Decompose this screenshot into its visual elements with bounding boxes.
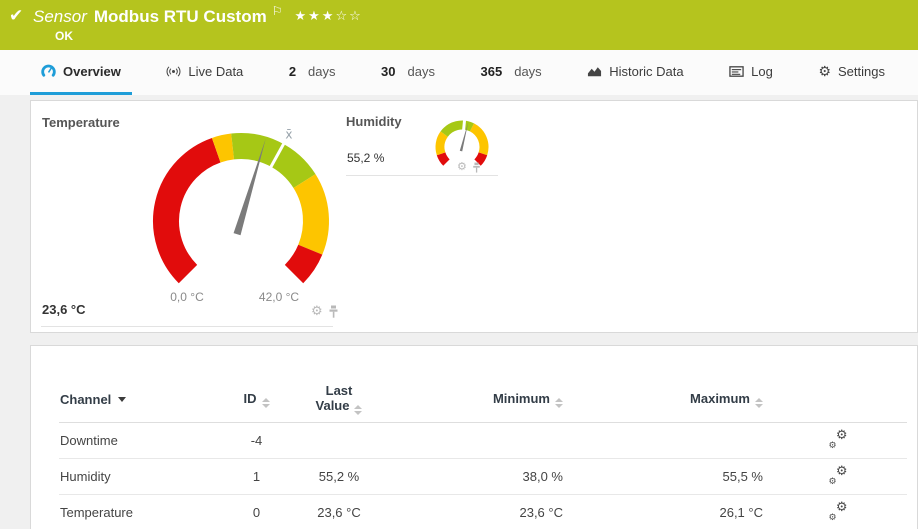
gears-icon-small: ⚙ — [828, 511, 837, 522]
stars-filled: ★★★ — [294, 8, 336, 23]
column-header-maximum[interactable]: Maximum — [569, 376, 769, 423]
tab-label: Overview — [63, 63, 121, 79]
maximum-cell — [569, 422, 769, 459]
channels-table: Channel ID Last Value Minimum Maximum Dow… — [59, 376, 907, 529]
sensor-kind-label: Sensor — [33, 7, 87, 26]
table-row: Temperature 0 23,6 °C 23,6 °C 26,1 °C ⚙ ⚙ — [59, 494, 907, 529]
gears-icon-small: ⚙ — [828, 475, 837, 486]
table-header-row: Channel ID Last Value Minimum Maximum — [59, 376, 907, 423]
gauge-max-label: 42,0 °C — [258, 290, 300, 304]
channels-table-panel: Channel ID Last Value Minimum Maximum Dow… — [30, 345, 918, 529]
column-header-id[interactable]: ID — [219, 376, 294, 423]
temperature-gauge[interactable]: x̄ — [141, 119, 341, 319]
tab-log[interactable]: Log — [718, 50, 784, 95]
tile-divider — [41, 326, 333, 327]
status-badge: OK — [55, 29, 73, 43]
maximum-cell: 26,1 °C — [569, 494, 769, 529]
priority-stars[interactable]: ★★★☆☆ — [294, 8, 362, 23]
channel-name-cell[interactable]: Humidity — [59, 458, 219, 495]
sensor-header: ✔ Sensor Modbus RTU Custom ⚐ ★★★☆☆ OK — [0, 0, 918, 50]
tab-2-days[interactable]: 2 days — [278, 50, 347, 95]
historic-data-icon — [587, 64, 602, 79]
last-value-cell — [294, 422, 384, 459]
tab-label: Log — [751, 63, 773, 79]
gears-icon: ⚙ — [835, 462, 848, 478]
sort-caret-icon — [118, 396, 127, 402]
tab-number: 30 — [381, 63, 396, 79]
gauge-min-label: 0,0 °C — [170, 290, 204, 304]
sort-icon — [261, 397, 270, 408]
stars-empty: ☆☆ — [335, 8, 363, 23]
gears-icon: ⚙ — [835, 498, 848, 514]
column-header-actions — [769, 376, 907, 423]
last-value-cell: 23,6 °C — [294, 494, 384, 529]
tab-live-data[interactable]: Live Data — [155, 50, 254, 95]
tab-unit: days — [514, 63, 542, 79]
svg-text:x̄: x̄ — [285, 127, 292, 141]
status-check-icon: ✔ — [9, 6, 24, 25]
column-header-minimum[interactable]: Minimum — [384, 376, 569, 423]
column-header-channel[interactable]: Channel — [59, 376, 219, 423]
last-value-cell: 55,2 % — [294, 458, 384, 495]
gauge-title: Temperature — [42, 115, 120, 130]
tab-label: Settings — [837, 63, 885, 79]
flag-icon: ⚐ — [271, 4, 283, 18]
sort-icon — [755, 397, 763, 408]
tab-overview[interactable]: Overview — [30, 50, 132, 95]
channel-name-cell[interactable]: Temperature — [59, 494, 219, 529]
minimum-cell — [384, 422, 569, 459]
gauge-icon — [41, 64, 56, 79]
minimum-cell: 38,0 % — [384, 458, 569, 495]
sensor-title: Modbus RTU Custom — [93, 7, 267, 26]
tab-365-days[interactable]: 365 days — [470, 50, 553, 95]
gears-icon: ⚙ — [835, 426, 848, 442]
sensor-page: ✔ Sensor Modbus RTU Custom ⚐ ★★★☆☆ OK Overv… — [0, 0, 918, 529]
maximum-cell: 55,5 % — [569, 458, 769, 495]
table-row: Humidity 1 55,2 % 38,0 % 55,5 % ⚙ ⚙ — [59, 458, 907, 495]
settings-gear-icon: ⚙ — [818, 63, 831, 79]
tab-label: Historic Data — [609, 63, 684, 79]
channel-settings-button[interactable]: ⚙ ⚙ — [828, 462, 848, 486]
channel-name-cell[interactable]: Downtime — [59, 422, 219, 459]
sort-icon — [555, 397, 563, 408]
minimum-cell: 23,6 °C — [384, 494, 569, 529]
tab-historic-data[interactable]: Historic Data — [576, 50, 694, 95]
sort-icon — [354, 405, 363, 415]
gauge-title: Humidity — [346, 114, 402, 129]
sensor-title-line: Sensor Modbus RTU Custom ⚐ ★★★☆☆ — [33, 4, 363, 27]
channel-settings-button[interactable]: ⚙ ⚙ — [828, 498, 848, 522]
column-header-last-value[interactable]: Last Value — [294, 376, 384, 423]
gears-icon-small: ⚙ — [828, 439, 837, 450]
table-row: Downtime -4 ⚙ ⚙ — [59, 422, 907, 459]
id-cell: 1 — [219, 458, 294, 495]
gauges-panel: Temperature x̄ 0,0 °C 42,0 °C 23,6 °C ⚙ … — [30, 100, 918, 333]
tab-unit: days — [308, 63, 336, 79]
gauge-settings-icon[interactable]: ⚙ — [311, 304, 323, 318]
tab-label: Live Data — [188, 63, 244, 79]
live-data-icon — [166, 64, 181, 79]
tab-bar: Overview Live Data 2 days 30 days 365 days … — [0, 50, 918, 95]
tab-settings[interactable]: ⚙ Settings — [807, 50, 896, 95]
gauge-settings-icon[interactable]: ⚙ — [457, 160, 467, 174]
id-cell: 0 — [219, 494, 294, 529]
gauge-current-value: 23,6 °C — [42, 302, 86, 317]
gauge-tile-actions: ⚙ — [311, 304, 339, 318]
log-icon — [729, 64, 744, 79]
gauge-current-value: 55,2 % — [347, 151, 385, 165]
tab-number: 365 — [480, 63, 503, 79]
id-cell: -4 — [219, 422, 294, 459]
tile-divider — [346, 175, 498, 176]
tab-unit: days — [407, 63, 435, 79]
gauge-pin-icon[interactable] — [472, 162, 481, 173]
tab-number: 2 — [288, 63, 297, 79]
channel-settings-button[interactable]: ⚙ ⚙ — [828, 426, 848, 450]
tab-30-days[interactable]: 30 days — [370, 50, 446, 95]
gauge-pin-icon[interactable] — [328, 305, 339, 318]
gauge-tile-actions: ⚙ — [457, 160, 481, 174]
